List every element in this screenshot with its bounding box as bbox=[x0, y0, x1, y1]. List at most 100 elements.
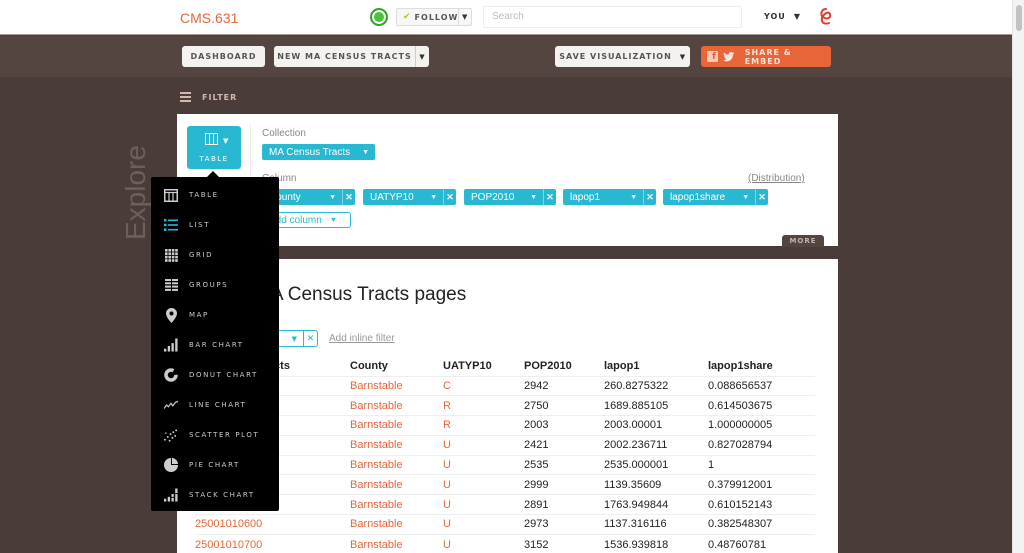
follow-button[interactable]: ✔ FOLLOW ▼ bbox=[396, 8, 472, 26]
stack-chart-icon bbox=[164, 488, 178, 502]
distribution-link[interactable]: (Distribution) bbox=[748, 173, 805, 184]
follow-label: FOLLOW bbox=[414, 12, 459, 22]
uatyp-link[interactable]: R bbox=[443, 415, 524, 436]
uatyp-link[interactable]: C bbox=[443, 375, 524, 396]
county-link[interactable]: Barnstable bbox=[350, 395, 443, 416]
menu-item-pie-chart[interactable]: PIE CHART bbox=[151, 450, 279, 480]
uatyp-link[interactable]: U bbox=[443, 454, 524, 475]
column-caret-icon[interactable]: ▼ bbox=[530, 194, 537, 201]
twitter-icon bbox=[722, 51, 735, 61]
user-menu[interactable]: YOU ▼ bbox=[764, 12, 801, 21]
table-cell: 260.8275322 bbox=[604, 375, 708, 396]
follow-dropdown-caret-icon[interactable]: ▼ bbox=[458, 9, 471, 25]
dataset-selector-button[interactable]: NEW MA CENSUS TRACTS ▼ bbox=[274, 46, 429, 67]
page-scrollbar[interactable] bbox=[1012, 0, 1024, 553]
table-row[interactable]: Barnstable R 2003 2003.00001 1.000000005 bbox=[195, 415, 815, 436]
table-cell: 2003 bbox=[524, 415, 604, 436]
table-row[interactable]: Barnstable R 2750 1689.885105 0.614503675 bbox=[195, 395, 815, 416]
county-link[interactable]: Barnstable bbox=[350, 494, 443, 515]
save-visualization-button[interactable]: SAVE VISUALIZATION ▼ bbox=[555, 46, 690, 67]
column-caret-icon[interactable]: ▼ bbox=[630, 194, 637, 201]
add-inline-filter-link[interactable]: Add inline filter bbox=[329, 333, 395, 344]
share-label: SHARE & EMBED bbox=[744, 47, 792, 66]
uatyp-link[interactable]: U bbox=[443, 474, 524, 495]
remove-column-icon[interactable]: ✕ bbox=[543, 189, 556, 205]
user-caret-icon: ▼ bbox=[793, 12, 801, 21]
table-row[interactable]: 25001010600 Barnstable U 2973 1137.316116 0.3… bbox=[195, 514, 815, 535]
county-link[interactable]: Barnstable bbox=[350, 533, 443, 553]
county-link[interactable]: Barnstable bbox=[350, 474, 443, 495]
column-header[interactable]: lapop1 bbox=[604, 356, 708, 376]
table-cell: 0.379912001 bbox=[708, 474, 815, 495]
uatyp-link[interactable]: U bbox=[443, 494, 524, 515]
search-input[interactable]: Search bbox=[483, 6, 742, 28]
column-chip[interactable]: POP2010 ▼ ✕ bbox=[464, 189, 556, 205]
column-header[interactable]: UATYP10 bbox=[443, 356, 524, 376]
column-chip[interactable]: lapop1 ▼ ✕ bbox=[563, 189, 656, 205]
collection-selector[interactable]: MA Census Tracts ▼ bbox=[262, 144, 375, 160]
column-header[interactable]: County bbox=[350, 356, 443, 376]
remove-column-icon[interactable]: ✕ bbox=[342, 189, 355, 205]
county-link[interactable]: Barnstable bbox=[350, 434, 443, 456]
data-table: MA Census Tracts County UATYP10 POP2010 … bbox=[195, 356, 815, 553]
filter-label: FILTER bbox=[202, 92, 238, 102]
filter-toggle[interactable]: FILTER bbox=[180, 92, 237, 102]
uatyp-link[interactable]: R bbox=[443, 395, 524, 416]
table-row[interactable]: Barnstable U 2535 2535.000001 1 bbox=[195, 454, 815, 475]
menu-item-stack-chart[interactable]: STACK CHART bbox=[151, 480, 279, 510]
menu-item-table[interactable]: TABLE bbox=[151, 180, 279, 210]
scrollbar-thumb[interactable] bbox=[1016, 5, 1022, 31]
tract-id-link[interactable]: 25001010700 bbox=[195, 533, 350, 553]
app-logo-icon[interactable] bbox=[818, 7, 834, 27]
column-caret-icon[interactable]: ▼ bbox=[742, 194, 749, 201]
column-chip-label: POP2010 bbox=[471, 191, 515, 203]
table-cell: 2750 bbox=[524, 395, 604, 416]
dataset-caret-icon[interactable]: ▼ bbox=[415, 46, 429, 67]
menu-item-label: GROUPS bbox=[189, 281, 229, 289]
table-cell: 1139.35609 bbox=[604, 474, 708, 495]
table-row[interactable]: Barnstable C 2942 260.8275322 0.088656537 bbox=[195, 375, 815, 396]
explore-section-label: Explore bbox=[120, 145, 151, 240]
remove-column-icon[interactable]: ✕ bbox=[443, 189, 456, 205]
column-caret-icon[interactable]: ▼ bbox=[329, 194, 336, 201]
menu-item-scatter-plot[interactable]: SCATTER PLOT bbox=[151, 420, 279, 450]
remove-column-icon[interactable]: ✕ bbox=[643, 189, 656, 205]
column-chip[interactable]: lapop1share ▼ ✕ bbox=[663, 189, 768, 205]
clear-inline-filter-icon[interactable]: ✕ bbox=[303, 331, 317, 346]
table-cell: 2002.236711 bbox=[604, 434, 708, 456]
menu-item-grid[interactable]: GRID bbox=[151, 240, 279, 270]
more-button[interactable]: MORE bbox=[782, 235, 824, 247]
county-link[interactable]: Barnstable bbox=[350, 514, 443, 535]
menu-item-line-chart[interactable]: LINE CHART bbox=[151, 390, 279, 420]
tract-id-link[interactable]: 25001010600 bbox=[195, 514, 350, 535]
menu-item-groups[interactable]: GROUPS bbox=[151, 270, 279, 300]
table-row[interactable]: Barnstable U 2999 1139.35609 0.379912001 bbox=[195, 474, 815, 495]
uatyp-link[interactable]: U bbox=[443, 533, 524, 553]
save-caret-icon[interactable]: ▼ bbox=[676, 46, 690, 67]
menu-item-bar-chart[interactable]: BAR CHART bbox=[151, 330, 279, 360]
uatyp-link[interactable]: U bbox=[443, 514, 524, 535]
table-row[interactable]: 25001010700 Barnstable U 3152 1536.939818 0.4… bbox=[195, 533, 815, 553]
table-row[interactable]: Barnstable U 2891 1763.949844 0.610152143 bbox=[195, 494, 815, 515]
menu-item-map[interactable]: MAP bbox=[151, 300, 279, 330]
remove-column-icon[interactable]: ✕ bbox=[755, 189, 768, 205]
uatyp-link[interactable]: U bbox=[443, 434, 524, 456]
county-link[interactable]: Barnstable bbox=[350, 375, 443, 396]
dashboard-button[interactable]: DASHBOARD bbox=[182, 46, 265, 67]
brand-title[interactable]: CMS.631 bbox=[180, 10, 238, 26]
share-embed-button[interactable]: f SHARE & EMBED bbox=[701, 46, 831, 67]
column-header[interactable]: lapop1share bbox=[708, 356, 815, 376]
visualization-type-button[interactable]: ▼ TABLE bbox=[187, 126, 241, 169]
table-cell: 1.000000005 bbox=[708, 415, 815, 436]
table-header-row: MA Census Tracts County UATYP10 POP2010 … bbox=[195, 356, 815, 376]
menu-item-list[interactable]: LIST bbox=[151, 210, 279, 240]
county-link[interactable]: Barnstable bbox=[350, 415, 443, 436]
county-link[interactable]: Barnstable bbox=[350, 454, 443, 475]
column-header[interactable]: POP2010 bbox=[524, 356, 604, 376]
table-row[interactable]: Barnstable U 2421 2002.236711 0.827028794 bbox=[195, 434, 815, 456]
menu-item-donut-chart[interactable]: DONUT CHART bbox=[151, 360, 279, 390]
table-cell: 0.382548307 bbox=[708, 514, 815, 535]
table-cell: 0.48760781 bbox=[708, 533, 815, 553]
column-chip[interactable]: UATYP10 ▼ ✕ bbox=[363, 189, 456, 205]
column-caret-icon[interactable]: ▼ bbox=[430, 194, 437, 201]
